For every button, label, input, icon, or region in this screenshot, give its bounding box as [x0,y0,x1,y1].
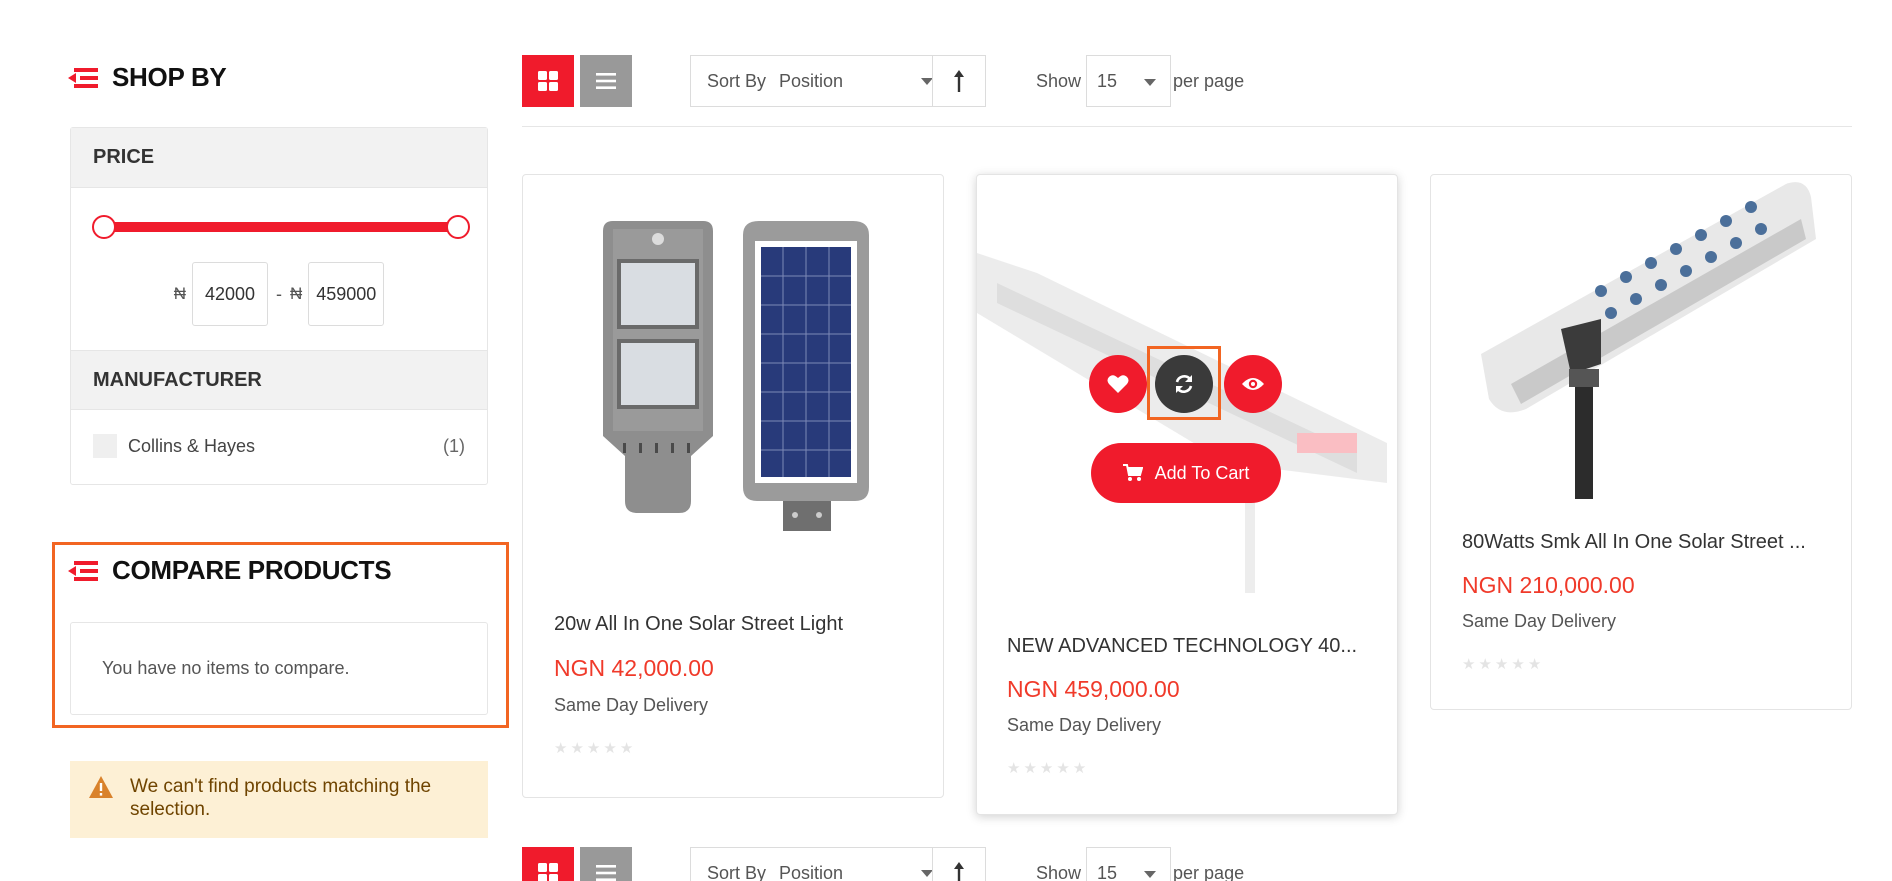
shipping-label: Same Day Delivery [1007,715,1162,735]
compare-button-highlight [1147,346,1221,420]
price-max-input[interactable]: 459000 [308,262,385,326]
manufacturer-label: Collins & Hayes [128,435,256,456]
manufacturer-option[interactable]: Collins & Hayes (1) [71,410,487,482]
toolbar-top: Sort By Position Show 15 per page [522,55,1852,107]
layered-navigation: PRICE ₦ 42000 - ₦ 459000 MANUFACTURER Co… [70,127,488,485]
show-label: Show [1036,862,1082,881]
manufacturer-checkbox[interactable] [93,434,117,458]
price-filter-heading[interactable]: PRICE [71,128,487,188]
price-slider-range[interactable] [104,222,458,232]
currency-symbol: ₦ [290,284,303,303]
limiter-control: Show 15 per page [1036,55,1244,107]
price-filter: ₦ 42000 - ₦ 459000 [71,188,487,350]
quick-view-button[interactable] [1224,355,1282,413]
sort-by-select[interactable]: Position [779,71,919,92]
shop-by-title: SHOP BY [68,62,227,93]
product-image[interactable] [573,221,893,571]
add-to-cart-label: Add To Cart [1154,462,1250,483]
rating-stars: ★ ★ ★ ★ ★ [554,740,634,757]
toolbar-divider [522,126,1852,127]
sort-by-control: Sort By Position [690,847,986,881]
heart-icon [1107,375,1129,393]
filter-list-icon [68,67,98,88]
price-separator: - [276,283,282,304]
price-min-input[interactable]: 42000 [192,262,268,326]
eye-icon [1242,378,1264,390]
add-to-cart-button[interactable]: Add To Cart [1091,443,1281,503]
chevron-down-icon [1144,79,1157,86]
per-page-label: per page [1173,70,1245,91]
price-slider-min-handle[interactable] [92,215,116,239]
product-price: NGN 42,000.00 [554,655,714,681]
currency-symbol: ₦ [173,284,186,303]
sort-by-label: Sort By [707,70,767,91]
manufacturer-filter-heading[interactable]: MANUFACTURER [71,350,487,410]
product-name[interactable]: NEW ADVANCED TECHNOLOGY 40... [1007,635,1367,658]
shipping-label: Same Day Delivery [1462,611,1617,631]
shipping-label: Same Day Delivery [554,695,709,715]
toolbar-bottom: Sort By Position Show 15 per page [522,847,1852,881]
list-view-button[interactable] [580,55,632,107]
sort-by-select[interactable]: Position [779,863,919,881]
list-icon [596,865,616,881]
limiter-control: Show 15 per page [1036,847,1244,881]
price-slider-max-handle[interactable] [446,215,470,239]
sort-direction-button[interactable] [932,848,985,881]
limiter-value: 15 [1097,70,1118,91]
product-price: NGN 210,000.00 [1462,572,1635,598]
product-name[interactable]: 20w All In One Solar Street Light [554,613,914,636]
rating-stars: ★ ★ ★ ★ ★ [1007,760,1087,777]
grid-view-button[interactable] [522,847,574,881]
cart-icon [1122,464,1143,481]
sort-by-control: Sort By Position [690,55,986,107]
product-card[interactable]: 80Watts Smk All In One Solar Street ... … [1430,174,1852,710]
warning-icon [89,776,113,798]
filter-list-icon [68,560,98,581]
product-price: NGN 459,000.00 [1007,676,1180,702]
show-label: Show [1036,70,1082,91]
grid-icon [538,863,558,881]
manufacturer-count: (1) [443,435,465,456]
compare-empty-message: You have no items to compare. [70,622,488,715]
limiter-value: 15 [1097,862,1118,881]
product-card[interactable]: 20w All In One Solar Street Light NGN 42… [522,174,944,798]
arrow-up-icon [954,862,964,881]
grid-icon [538,71,558,91]
notice-text: We can't find products matching the sele… [130,776,432,820]
chevron-down-icon [1144,871,1157,878]
sort-by-label: Sort By [707,862,767,881]
rating-stars: ★ ★ ★ ★ ★ [1462,656,1542,673]
compare-products-title: COMPARE PRODUCTS [68,555,392,586]
product-image[interactable] [1451,179,1841,499]
arrow-up-icon [954,70,964,92]
sort-direction-button[interactable] [932,56,985,106]
price-range-inputs: ₦ 42000 - ₦ 459000 [71,262,487,326]
list-icon [596,73,616,89]
limiter-select[interactable]: 15 [1086,847,1172,881]
limiter-select[interactable]: 15 [1086,55,1172,107]
per-page-label: per page [1173,862,1245,881]
add-to-wishlist-button[interactable] [1089,355,1147,413]
no-products-notice: We can't find products matching the sele… [70,761,488,838]
list-view-button[interactable] [580,847,632,881]
grid-view-button[interactable] [522,55,574,107]
product-name[interactable]: 80Watts Smk All In One Solar Street ... [1462,531,1824,554]
